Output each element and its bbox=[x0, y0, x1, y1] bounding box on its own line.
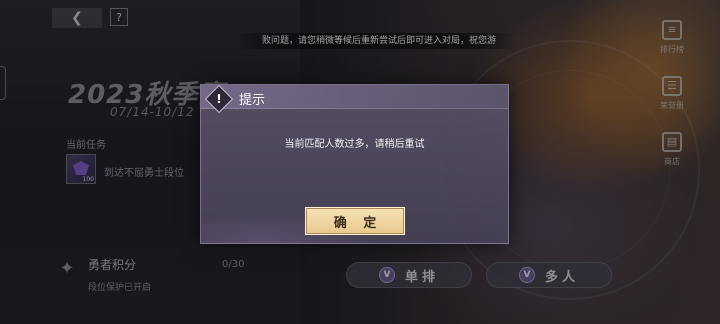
dialog-message: 当前匹配人数过多，请稍后重试 bbox=[284, 139, 425, 150]
dialog-title: 提示 bbox=[239, 93, 266, 108]
dialog-header: ! 提示 bbox=[201, 84, 508, 114]
confirm-button[interactable]: 确 定 bbox=[305, 207, 405, 235]
alert-dialog: ! 提示 当前匹配人数过多，请稍后重试 确 定 bbox=[200, 84, 509, 244]
exclamation-icon: ! bbox=[204, 84, 234, 114]
